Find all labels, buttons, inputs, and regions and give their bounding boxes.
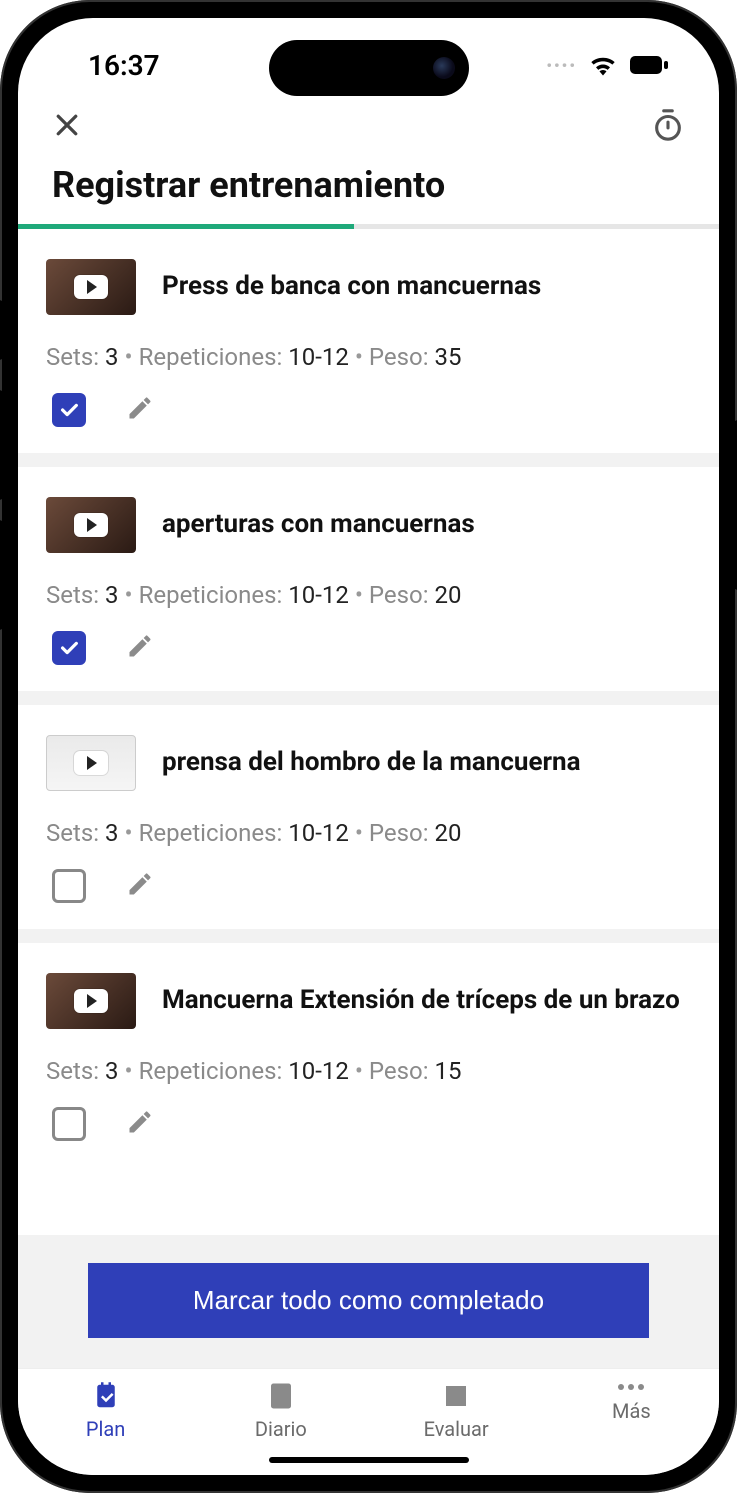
- battery-icon: [629, 55, 669, 75]
- exercise-meta: Sets: 3•Repeticiones: 10-12•Peso: 15: [46, 1057, 691, 1085]
- exercise-card: Mancuerna Extensión de tríceps de un bra…: [18, 943, 719, 1167]
- exercise-complete-checkbox[interactable]: [52, 393, 86, 427]
- exercise-video-thumbnail[interactable]: [46, 497, 136, 553]
- exercise-card: aperturas con mancuernas Sets: 3•Repetic…: [18, 467, 719, 705]
- exercise-video-thumbnail[interactable]: [46, 973, 136, 1029]
- edit-exercise-button[interactable]: [126, 870, 154, 902]
- exercise-meta: Sets: 3•Repeticiones: 10-12•Peso: 20: [46, 819, 691, 847]
- edit-exercise-button[interactable]: [126, 1108, 154, 1140]
- exercise-list: Press de banca con mancuernas Sets: 3•Re…: [18, 229, 719, 1235]
- evaluar-icon: [441, 1381, 471, 1411]
- mas-icon: [616, 1381, 646, 1393]
- exercise-card: prensa del hombro de la mancuerna Sets: …: [18, 705, 719, 943]
- exercise-card: Press de banca con mancuernas Sets: 3•Re…: [18, 229, 719, 467]
- close-button[interactable]: [52, 110, 82, 140]
- edit-exercise-button[interactable]: [126, 394, 154, 426]
- exercise-meta: Sets: 3•Repeticiones: 10-12•Peso: 20: [46, 581, 691, 609]
- tab-label: Evaluar: [424, 1417, 489, 1441]
- edit-exercise-button[interactable]: [126, 632, 154, 664]
- mark-all-complete-button[interactable]: Marcar todo como completado: [88, 1263, 649, 1338]
- tab-label: Más: [612, 1399, 651, 1423]
- wifi-icon: [589, 54, 617, 76]
- tab-label: Diario: [255, 1417, 307, 1441]
- home-indicator: [18, 1445, 719, 1475]
- exercise-name: Mancuerna Extensión de tríceps de un bra…: [162, 984, 680, 1018]
- plan-icon: [91, 1381, 121, 1411]
- tab-plan[interactable]: Plan: [18, 1381, 193, 1441]
- exercise-name: prensa del hombro de la mancuerna: [162, 746, 581, 780]
- cellular-dots-icon: ••••: [546, 56, 577, 75]
- exercise-meta: Sets: 3•Repeticiones: 10-12•Peso: 35: [46, 343, 691, 371]
- tab-diario[interactable]: Diario: [193, 1381, 368, 1441]
- exercise-complete-checkbox[interactable]: [52, 869, 86, 903]
- tab-mas[interactable]: Más: [544, 1381, 719, 1441]
- exercise-name: aperturas con mancuernas: [162, 508, 475, 542]
- timer-button[interactable]: [651, 108, 685, 142]
- exercise-name: Press de banca con mancuernas: [162, 270, 541, 304]
- exercise-video-thumbnail[interactable]: [46, 735, 136, 791]
- exercise-complete-checkbox[interactable]: [52, 631, 86, 665]
- status-time: 16:37: [88, 49, 160, 82]
- bottom-tabbar: Plan Diario Evaluar Más: [18, 1368, 719, 1445]
- tab-label: Plan: [86, 1417, 125, 1441]
- progress-bar: [18, 224, 719, 229]
- tab-evaluar[interactable]: Evaluar: [369, 1381, 544, 1441]
- exercise-complete-checkbox[interactable]: [52, 1107, 86, 1141]
- exercise-video-thumbnail[interactable]: [46, 259, 136, 315]
- diario-icon: [266, 1381, 296, 1411]
- page-title: Registrar entrenamiento: [18, 150, 719, 224]
